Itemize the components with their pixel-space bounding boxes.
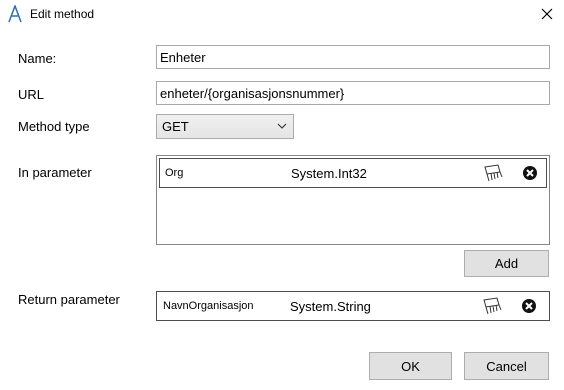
delete-circle-icon[interactable]	[522, 165, 538, 181]
close-icon[interactable]	[536, 5, 558, 25]
add-button[interactable]: Add	[464, 250, 549, 277]
return-parameter-label: Return parameter	[18, 292, 120, 307]
return-parameter-row[interactable]: NavnOrganisasjon System.String	[156, 291, 550, 321]
method-type-value: GET	[162, 119, 189, 134]
ok-button[interactable]: OK	[369, 352, 452, 380]
title-bar: Edit method	[0, 0, 564, 30]
name-label: Name:	[18, 51, 57, 66]
method-type-label: Method type	[18, 119, 90, 134]
in-parameter-list: Org System.Int32	[156, 155, 550, 245]
name-input[interactable]	[156, 45, 550, 69]
return-parameter-type: System.String	[290, 299, 371, 314]
cancel-button[interactable]: Cancel	[464, 352, 549, 380]
app-logo-icon	[8, 5, 22, 23]
in-parameter-type: System.Int32	[291, 166, 367, 181]
return-parameter-name: NavnOrganisasjon	[163, 300, 254, 312]
in-parameter-row[interactable]: Org System.Int32	[159, 158, 547, 188]
edit-hand-icon[interactable]	[482, 163, 504, 183]
method-type-select[interactable]: GET	[156, 114, 294, 139]
in-parameter-label: In parameter	[18, 165, 92, 180]
window-title: Edit method	[30, 7, 95, 21]
edit-hand-icon[interactable]	[481, 296, 503, 316]
url-input[interactable]	[156, 81, 550, 105]
delete-circle-icon[interactable]	[521, 298, 537, 314]
url-label: URL	[18, 87, 45, 102]
chevron-down-icon	[277, 123, 287, 129]
in-parameter-name: Org	[165, 167, 184, 179]
